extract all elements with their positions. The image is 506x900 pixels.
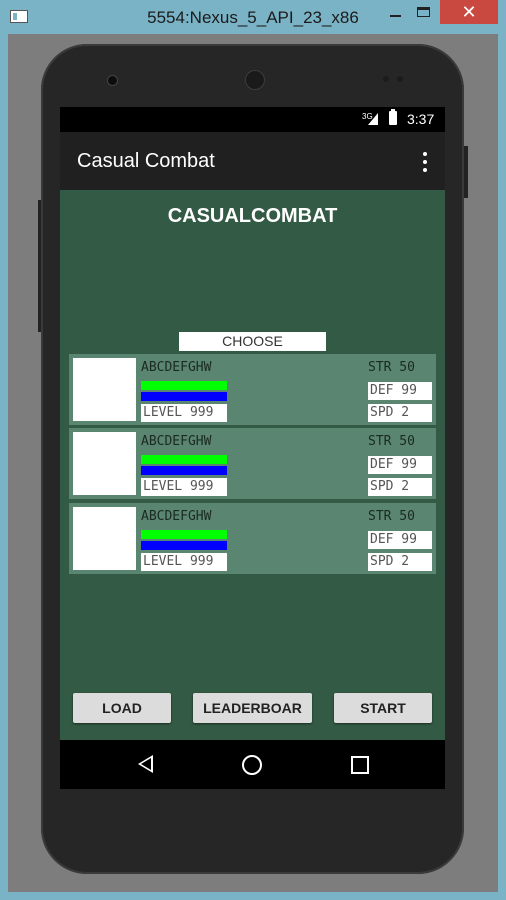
load-button[interactable]: LOAD [73, 693, 171, 723]
character-level: LEVEL 999 [141, 404, 227, 422]
app-bar: Casual Combat [60, 132, 445, 190]
overflow-menu-icon[interactable] [419, 150, 431, 174]
stat-strength: STR 50 [368, 509, 415, 524]
stat-defense: DEF 99 [368, 531, 432, 549]
minimize-button[interactable] [380, 0, 410, 24]
app-title: Casual Combat [77, 150, 215, 172]
choose-character-label: CHOOSE CHARACTER [179, 332, 326, 368]
signal-icon [368, 113, 378, 125]
stat-strength: STR 50 [368, 360, 415, 375]
character-name: ABCDEFGHW [141, 509, 212, 524]
recents-icon[interactable] [351, 756, 369, 774]
close-button[interactable]: ✕ [440, 0, 498, 24]
character-avatar [73, 507, 136, 570]
health-bar [141, 530, 227, 539]
earpiece-speaker-icon [245, 70, 265, 90]
front-camera-icon [107, 75, 118, 86]
health-bar [141, 381, 227, 390]
character-name: ABCDEFGHW [141, 360, 212, 375]
character-name: ABCDEFGHW [141, 434, 212, 449]
mana-bar [141, 392, 227, 401]
character-level: LEVEL 999 [141, 478, 227, 496]
start-button[interactable]: START [334, 693, 432, 723]
character-avatar [73, 358, 136, 421]
navigation-bar [60, 740, 445, 789]
status-bar: 3G 3:37 [60, 107, 445, 132]
stat-defense: DEF 99 [368, 382, 432, 400]
stat-speed: SPD 2 [368, 553, 432, 571]
character-card[interactable]: ABCDEFGHW LEVEL 999 STR 50 DEF 99 SPD 2 [69, 503, 436, 574]
leaderboard-button[interactable]: LEADERBOAR [193, 693, 312, 723]
window-titlebar: 5554:Nexus_5_API_23_x86 ✕ [0, 0, 506, 34]
character-card[interactable]: ABCDEFGHW LEVEL 999 STR 50 DEF 99 SPD 2 [69, 428, 436, 499]
back-icon[interactable] [138, 755, 153, 773]
power-button[interactable] [464, 146, 468, 198]
character-level: LEVEL 999 [141, 553, 227, 571]
status-time: 3:37 [407, 111, 435, 127]
game-title: CASUALCOMBAT [167, 205, 338, 227]
mana-bar [141, 541, 227, 550]
phone-screen: 3G 3:37 Casual Combat CASUALCOMBAT CHOOS… [60, 107, 445, 789]
stat-speed: SPD 2 [368, 478, 432, 496]
character-avatar [73, 432, 136, 495]
maximize-button[interactable] [410, 0, 438, 24]
home-icon[interactable] [242, 755, 262, 775]
battery-icon [389, 109, 397, 125]
stat-strength: STR 50 [368, 434, 415, 449]
sensor-icon [383, 76, 389, 82]
sensor-icon [397, 76, 403, 82]
character-card[interactable]: ABCDEFGHW LEVEL 999 STR 50 DEF 99 SPD 2 [69, 354, 436, 425]
stat-speed: SPD 2 [368, 404, 432, 422]
health-bar [141, 455, 227, 464]
mana-bar [141, 466, 227, 475]
stat-defense: DEF 99 [368, 456, 432, 474]
